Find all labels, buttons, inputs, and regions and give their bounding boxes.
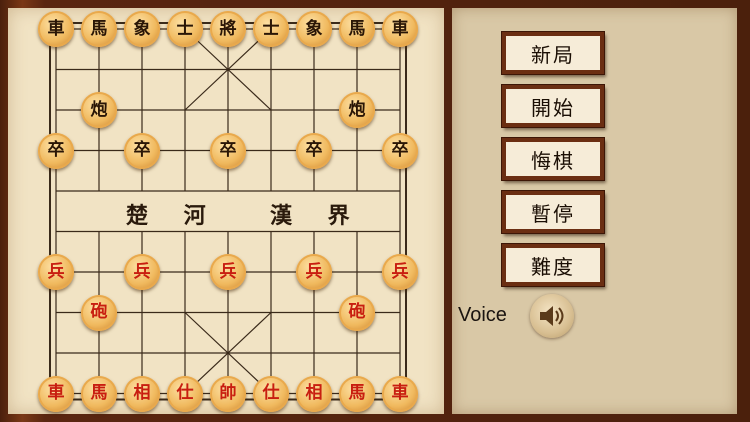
- black-piece[interactable]: 卒: [124, 132, 160, 169]
- piece-label: 兵: [219, 261, 237, 282]
- speaker-icon: [540, 306, 564, 326]
- piece-label: 馬: [348, 383, 366, 403]
- red-piece[interactable]: 兵: [38, 254, 74, 290]
- piece-label: 相: [305, 383, 323, 403]
- piece-label: 馬: [90, 18, 108, 39]
- black-piece[interactable]: 馬: [339, 11, 375, 47]
- piece-label: 卒: [219, 140, 237, 160]
- piece-label: 兵: [305, 261, 323, 282]
- control-panel: 新局 開始 悔棋 暫停 難度 Voice: [452, 8, 737, 414]
- new-game-button[interactable]: 新局: [502, 32, 604, 74]
- black-piece[interactable]: 車: [382, 11, 418, 47]
- piece-label: 仕: [176, 383, 194, 403]
- voice-label: Voice: [458, 304, 507, 326]
- black-piece[interactable]: 將: [210, 11, 246, 47]
- piece-label: 卒: [47, 140, 65, 160]
- red-piece[interactable]: 車: [382, 375, 418, 412]
- black-piece[interactable]: 卒: [38, 132, 74, 169]
- black-piece[interactable]: 車: [38, 11, 74, 47]
- river-text-han-jie: 漢 界: [270, 203, 364, 229]
- piece-label: 象: [305, 18, 323, 39]
- undo-button[interactable]: 悔棋: [502, 138, 604, 180]
- red-piece[interactable]: 兵: [296, 254, 332, 290]
- piece-label: 士: [262, 18, 280, 39]
- difficulty-button[interactable]: 難度: [502, 244, 604, 286]
- red-piece[interactable]: 帥: [210, 375, 246, 412]
- piece-label: 馬: [348, 18, 366, 39]
- red-piece[interactable]: 兵: [210, 254, 246, 290]
- red-piece[interactable]: 相: [296, 375, 332, 412]
- piece-label: 卒: [391, 140, 409, 160]
- black-piece[interactable]: 象: [124, 11, 160, 47]
- piece-label: 兵: [133, 261, 151, 282]
- start-button[interactable]: 開始: [502, 85, 604, 127]
- piece-label: 卒: [305, 140, 323, 160]
- piece-label: 將: [219, 18, 237, 39]
- piece-label: 卒: [133, 140, 151, 160]
- board-grid: [49, 22, 407, 401]
- black-piece[interactable]: 卒: [210, 132, 246, 169]
- piece-label: 車: [391, 18, 409, 39]
- black-piece[interactable]: 馬: [81, 11, 117, 47]
- piece-label: 車: [47, 18, 65, 39]
- black-piece[interactable]: 卒: [382, 132, 418, 169]
- red-piece[interactable]: 砲: [339, 294, 375, 331]
- red-piece[interactable]: 仕: [167, 375, 203, 412]
- piece-label: 車: [391, 383, 409, 403]
- red-piece[interactable]: 兵: [382, 254, 418, 290]
- black-piece[interactable]: 卒: [296, 132, 332, 169]
- red-piece[interactable]: 馬: [339, 375, 375, 412]
- black-piece[interactable]: 士: [167, 11, 203, 47]
- piece-label: 馬: [90, 383, 108, 403]
- red-piece[interactable]: 仕: [253, 375, 289, 412]
- black-piece[interactable]: 士: [253, 11, 289, 47]
- red-piece[interactable]: 馬: [81, 375, 117, 412]
- pause-button[interactable]: 暫停: [502, 191, 604, 233]
- piece-label: 帥: [219, 383, 237, 403]
- red-piece[interactable]: 砲: [81, 294, 117, 331]
- red-piece[interactable]: 相: [124, 375, 160, 412]
- black-piece[interactable]: 炮: [339, 92, 375, 128]
- black-piece[interactable]: 炮: [81, 92, 117, 128]
- xiangqi-board[interactable]: 楚 河 漢 界 車馬象士將士象馬車炮炮卒卒卒卒卒兵兵兵兵兵砲砲車馬相仕帥仕相馬車: [8, 8, 444, 414]
- voice-toggle-button[interactable]: [530, 294, 574, 338]
- piece-label: 炮: [348, 99, 366, 120]
- piece-label: 士: [176, 18, 194, 39]
- piece-label: 炮: [90, 99, 108, 120]
- piece-label: 象: [133, 18, 151, 39]
- piece-label: 車: [47, 383, 65, 403]
- piece-label: 砲: [90, 302, 108, 322]
- red-piece[interactable]: 兵: [124, 254, 160, 290]
- piece-label: 砲: [348, 302, 366, 322]
- piece-label: 兵: [47, 261, 65, 282]
- red-piece[interactable]: 車: [38, 375, 74, 412]
- piece-label: 兵: [391, 261, 409, 282]
- river-text-chu-he: 楚 河: [126, 203, 220, 229]
- black-piece[interactable]: 象: [296, 11, 332, 47]
- piece-label: 相: [133, 383, 151, 403]
- piece-label: 仕: [262, 383, 280, 403]
